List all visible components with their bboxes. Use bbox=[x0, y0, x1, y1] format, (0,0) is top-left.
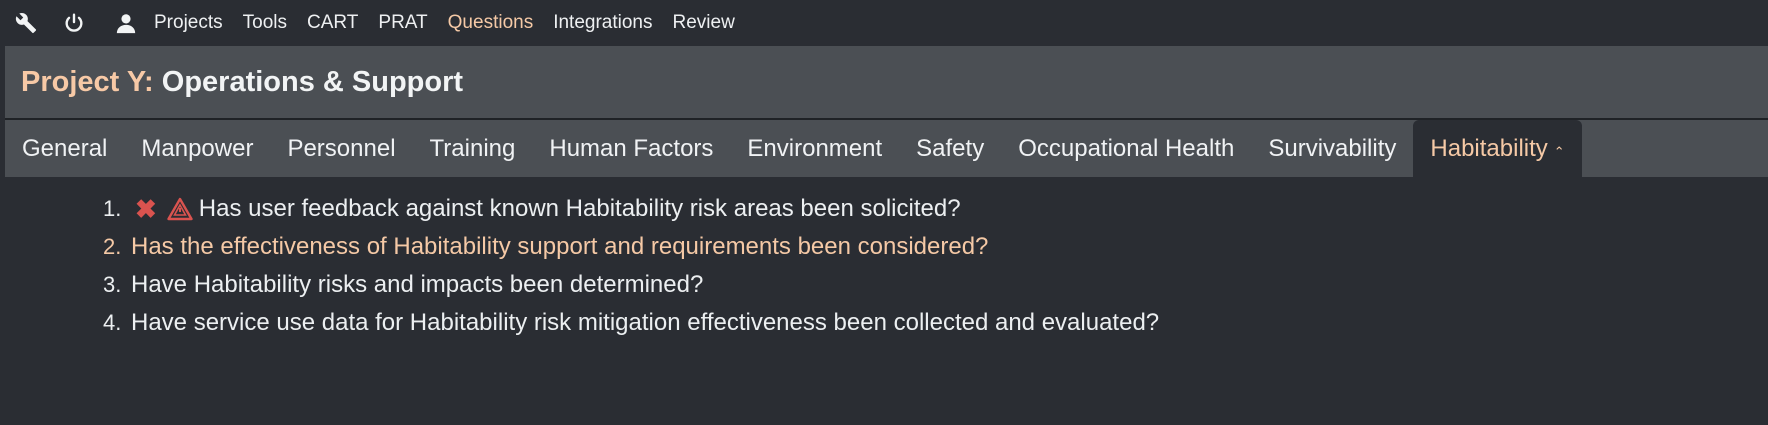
question-number: 4. bbox=[103, 310, 122, 335]
tab-general[interactable]: General bbox=[5, 120, 124, 177]
close-icon[interactable]: ✖ bbox=[135, 190, 157, 228]
project-subtitle: Operations & Support bbox=[161, 65, 464, 98]
question-text: Have Habitability risks and impacts been… bbox=[131, 271, 704, 298]
tab-habitability[interactable]: Habitability ⌃ bbox=[1413, 120, 1582, 177]
nav-links: Projects Tools CART PRAT Questions Integ… bbox=[154, 12, 755, 34]
nav-link-prat[interactable]: PRAT bbox=[378, 12, 427, 34]
question-number: 2. bbox=[103, 234, 122, 259]
tab-manpower[interactable]: Manpower bbox=[124, 120, 270, 177]
question-text: Have service use data for Habitability r… bbox=[131, 309, 1160, 336]
warning-icon[interactable] bbox=[167, 197, 193, 221]
question-text: Has the effectiveness of Habitability su… bbox=[131, 233, 989, 260]
nav-link-review[interactable]: Review bbox=[673, 12, 735, 34]
project-name: Project Y: bbox=[21, 65, 154, 98]
tab-occupational-health[interactable]: Occupational Health bbox=[1001, 120, 1251, 177]
question-number: 1. bbox=[103, 196, 122, 221]
question-item[interactable]: 4. Have service use data for Habitabilit… bbox=[103, 304, 1159, 342]
page-title: Project Y: Operations & Support bbox=[21, 66, 463, 99]
tab-human-factors[interactable]: Human Factors bbox=[532, 120, 730, 177]
tab-survivability[interactable]: Survivability bbox=[1251, 120, 1413, 177]
category-tabs: General Manpower Personnel Training Huma… bbox=[5, 120, 1768, 177]
question-item[interactable]: 3. Have Habitability risks and impacts b… bbox=[103, 266, 1159, 304]
question-number: 3. bbox=[103, 272, 122, 297]
tab-safety[interactable]: Safety bbox=[899, 120, 1001, 177]
power-icon[interactable] bbox=[62, 11, 86, 35]
caret-up-icon: ⌃ bbox=[1553, 143, 1565, 159]
nav-link-cart[interactable]: CART bbox=[307, 12, 358, 34]
question-item[interactable]: 1. ✖ Has user feedback against known Hab… bbox=[103, 190, 1159, 228]
nav-link-projects[interactable]: Projects bbox=[154, 12, 223, 34]
tab-personnel[interactable]: Personnel bbox=[270, 120, 412, 177]
wrench-icon[interactable] bbox=[14, 11, 38, 35]
user-icon[interactable] bbox=[114, 11, 138, 35]
page-title-bar: Project Y: Operations & Support bbox=[5, 46, 1768, 120]
tab-training[interactable]: Training bbox=[413, 120, 533, 177]
question-list: 1. ✖ Has user feedback against known Hab… bbox=[103, 190, 1159, 342]
nav-link-tools[interactable]: Tools bbox=[243, 12, 287, 34]
question-item[interactable]: 2. Has the effectiveness of Habitability… bbox=[103, 228, 1159, 266]
question-text: Has user feedback against known Habitabi… bbox=[198, 195, 961, 222]
top-navbar: Projects Tools CART PRAT Questions Integ… bbox=[0, 0, 1768, 46]
nav-link-questions[interactable]: Questions bbox=[448, 12, 534, 34]
tab-habitability-label: Habitability bbox=[1430, 134, 1548, 162]
tab-environment[interactable]: Environment bbox=[730, 120, 899, 177]
nav-link-integrations[interactable]: Integrations bbox=[553, 12, 652, 34]
